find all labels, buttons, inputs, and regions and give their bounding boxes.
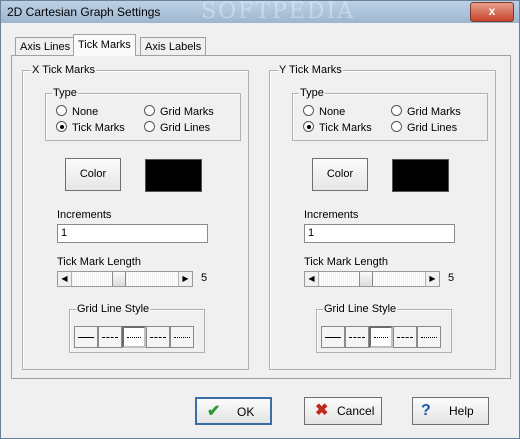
x-slider-thumb[interactable] [112, 272, 126, 286]
help-question-icon: ? [421, 402, 431, 419]
y-radio-none-label: None [319, 106, 346, 118]
tab-axis-labels[interactable]: Axis Labels [140, 37, 207, 55]
line-dash-icon [102, 337, 118, 338]
x-type-group: Type None Tick Marks Grid Marks Grid Lin… [45, 87, 241, 141]
radio-icon [144, 105, 155, 116]
y-radio-none[interactable]: None [303, 105, 345, 118]
y-line-dash-button[interactable] [345, 326, 369, 348]
y-grid-line-style-group: Grid Line Style [316, 303, 452, 353]
y-line-dot-button[interactable] [369, 326, 393, 348]
x-line-dashdot-button[interactable] [146, 326, 170, 348]
x-radio-tick-marks[interactable]: Tick Marks [56, 121, 125, 134]
y-tick-marks-group: Y Tick Marks Type None Tick Marks Grid M… [269, 64, 496, 370]
radio-icon [391, 105, 402, 116]
slider-right-arrow-icon[interactable]: ▶ [178, 272, 192, 286]
slider-left-arrow-icon[interactable]: ◀ [58, 272, 72, 286]
x-group-title: X Tick Marks [31, 64, 96, 76]
watermark-logo: SOFTPEDIA [201, 0, 356, 24]
x-grid-line-style-group: Grid Line Style [69, 303, 205, 353]
y-color-button[interactable]: Color [312, 158, 368, 191]
y-group-title: Y Tick Marks [278, 64, 343, 76]
tab-tick-marks[interactable]: Tick Marks [73, 34, 136, 56]
line-dashdotdot-icon [421, 337, 437, 338]
ok-button[interactable]: ✔ OK [195, 397, 272, 425]
radio-selected-icon [303, 121, 314, 132]
radio-selected-icon [56, 121, 67, 132]
x-tick-marks-group: X Tick Marks Type None Tick Marks Grid M… [22, 64, 249, 370]
x-line-dot-button[interactable] [122, 326, 146, 348]
y-tick-length-value: 5 [448, 272, 455, 284]
x-tick-length-label: Tick Mark Length [57, 256, 141, 268]
y-line-solid-button[interactable] [321, 326, 345, 348]
line-solid-icon [78, 337, 94, 338]
x-radio-none-label: None [72, 106, 99, 118]
x-tick-length-value: 5 [201, 272, 208, 284]
slider-left-arrow-icon[interactable]: ◀ [305, 272, 319, 286]
y-line-dashdot-button[interactable] [393, 326, 417, 348]
x-radio-grid-lines[interactable]: Grid Lines [144, 121, 210, 134]
x-radio-none[interactable]: None [56, 105, 98, 118]
y-radio-grid-lines-label: Grid Lines [407, 122, 458, 134]
help-button[interactable]: ? Help [412, 397, 489, 425]
x-radio-tick-marks-label: Tick Marks [72, 122, 125, 134]
y-grid-style-label: Grid Line Style [323, 303, 398, 315]
cancel-label: Cancel [337, 404, 375, 418]
help-label: Help [449, 404, 474, 418]
y-tick-length-slider[interactable]: ◀ ▶ [304, 271, 440, 287]
radio-icon [303, 105, 314, 116]
close-button[interactable]: x [470, 2, 514, 22]
x-radio-grid-marks-label: Grid Marks [160, 106, 214, 118]
line-dot-icon [374, 337, 388, 338]
cancel-x-icon: ✖ [315, 402, 329, 419]
x-increments-input[interactable]: 1 [57, 224, 208, 243]
y-slider-thumb[interactable] [359, 272, 373, 286]
tab-axis-lines[interactable]: Axis Lines [15, 37, 76, 55]
x-grid-style-label: Grid Line Style [76, 303, 151, 315]
y-radio-tick-marks[interactable]: Tick Marks [303, 121, 372, 134]
tick-marks-page: X Tick Marks Type None Tick Marks Grid M… [11, 55, 511, 379]
ok-label: OK [237, 405, 255, 419]
close-icon: x [488, 4, 496, 18]
x-line-dash-button[interactable] [98, 326, 122, 348]
y-radio-tick-marks-label: Tick Marks [319, 122, 372, 134]
cancel-button[interactable]: ✖ Cancel [304, 397, 382, 425]
x-line-dashdotdot-button[interactable] [170, 326, 194, 348]
y-increments-label: Increments [304, 209, 359, 221]
y-radio-grid-marks[interactable]: Grid Marks [391, 105, 461, 118]
x-increments-label: Increments [57, 209, 112, 221]
y-type-group: Type None Tick Marks Grid Marks Grid Lin… [292, 87, 488, 141]
x-color-swatch [145, 159, 202, 192]
y-radio-grid-lines[interactable]: Grid Lines [391, 121, 457, 134]
x-color-button[interactable]: Color [65, 158, 121, 191]
line-dot-icon [127, 337, 141, 338]
line-solid-icon [325, 337, 341, 338]
window-title: 2D Cartesian Graph Settings [7, 5, 161, 19]
line-dashdot-icon [150, 337, 166, 338]
x-type-label: Type [52, 87, 78, 99]
x-radio-grid-lines-label: Grid Lines [160, 122, 211, 134]
dialog-window: 2D Cartesian Graph Settings SOFTPEDIA x … [0, 0, 520, 439]
line-dashdotdot-icon [174, 337, 190, 338]
radio-icon [144, 121, 155, 132]
y-increments-input[interactable]: 1 [304, 224, 455, 243]
y-color-swatch [392, 159, 449, 192]
y-tick-length-label: Tick Mark Length [304, 256, 388, 268]
radio-icon [56, 105, 67, 116]
checkmark-icon: ✔ [207, 403, 221, 420]
line-dash-icon [349, 337, 365, 338]
title-bar[interactable]: 2D Cartesian Graph Settings SOFTPEDIA x [1, 0, 519, 24]
x-line-solid-button[interactable] [74, 326, 98, 348]
radio-icon [391, 121, 402, 132]
x-tick-length-slider[interactable]: ◀ ▶ [57, 271, 193, 287]
x-radio-grid-marks[interactable]: Grid Marks [144, 105, 214, 118]
slider-right-arrow-icon[interactable]: ▶ [425, 272, 439, 286]
y-radio-grid-marks-label: Grid Marks [407, 106, 461, 118]
line-dashdot-icon [397, 337, 413, 338]
y-type-label: Type [299, 87, 325, 99]
y-line-dashdotdot-button[interactable] [417, 326, 441, 348]
